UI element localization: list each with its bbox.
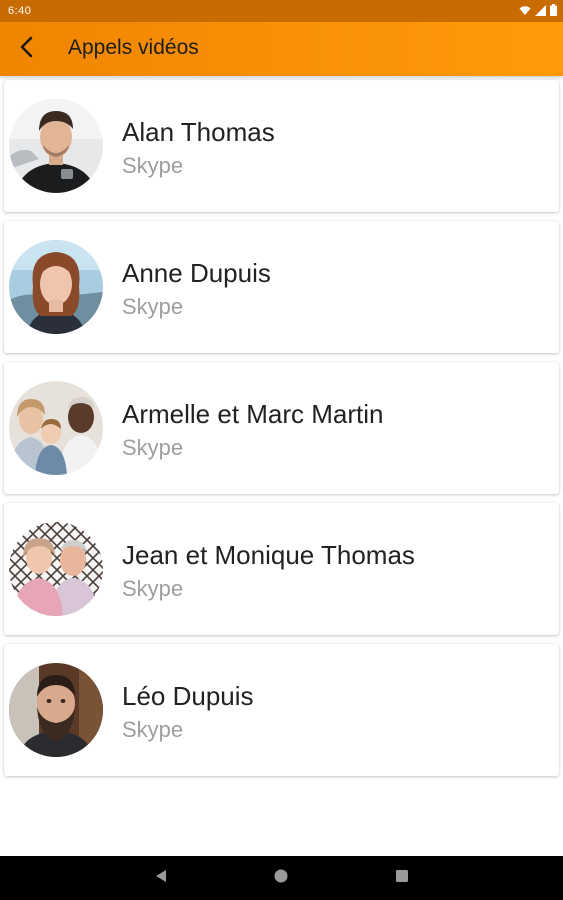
contact-service: Skype xyxy=(122,294,184,319)
contact-name: Léo Dupuis xyxy=(122,681,254,711)
contact-card-anne-dupuis[interactable]: Anne Dupuis Skype xyxy=(4,221,559,353)
nav-home-button[interactable] xyxy=(268,865,294,891)
navigation-bar xyxy=(0,856,563,900)
contact-card-leo-dupuis[interactable]: Léo Dupuis Skype xyxy=(4,644,559,776)
avatar-armelle-marc-martin xyxy=(9,381,103,475)
avatar-leo-dupuis xyxy=(9,663,103,757)
home-circle-icon xyxy=(274,869,288,888)
app-bar: Appels vidéos xyxy=(0,22,563,76)
back-button[interactable] xyxy=(6,28,48,70)
nav-recents-button[interactable] xyxy=(389,865,415,891)
recents-square-icon xyxy=(395,869,409,888)
avatar-alan-thomas xyxy=(9,99,103,193)
avatar-anne-dupuis xyxy=(9,240,103,334)
contact-service: Skype xyxy=(122,576,184,601)
nav-back-button[interactable] xyxy=(148,865,174,891)
status-time: 6:40 xyxy=(8,5,32,17)
contact-name: Alan Thomas xyxy=(122,117,275,147)
contact-card-jean-monique-thomas[interactable]: Jean et Monique Thomas Skype xyxy=(4,503,559,635)
page-title: Appels vidéos xyxy=(68,36,199,59)
contact-name: Anne Dupuis xyxy=(122,258,271,288)
status-icons xyxy=(519,4,557,19)
battery-icon xyxy=(550,4,557,19)
contact-service: Skype xyxy=(122,435,184,460)
contact-name: Armelle et Marc Martin xyxy=(122,399,384,429)
contact-card-armelle-marc-martin[interactable]: Armelle et Marc Martin Skype xyxy=(4,362,559,494)
back-arrow-icon xyxy=(16,36,38,63)
wifi-icon xyxy=(519,5,531,19)
contact-name: Jean et Monique Thomas xyxy=(122,540,415,570)
contact-card-alan-thomas[interactable]: Alan Thomas Skype xyxy=(4,80,559,212)
back-triangle-icon xyxy=(154,869,168,888)
signal-icon xyxy=(535,4,546,19)
status-bar: 6:40 xyxy=(0,0,563,22)
avatar-jean-monique-thomas xyxy=(9,522,103,616)
contact-service: Skype xyxy=(122,153,184,178)
contact-service: Skype xyxy=(122,717,184,742)
